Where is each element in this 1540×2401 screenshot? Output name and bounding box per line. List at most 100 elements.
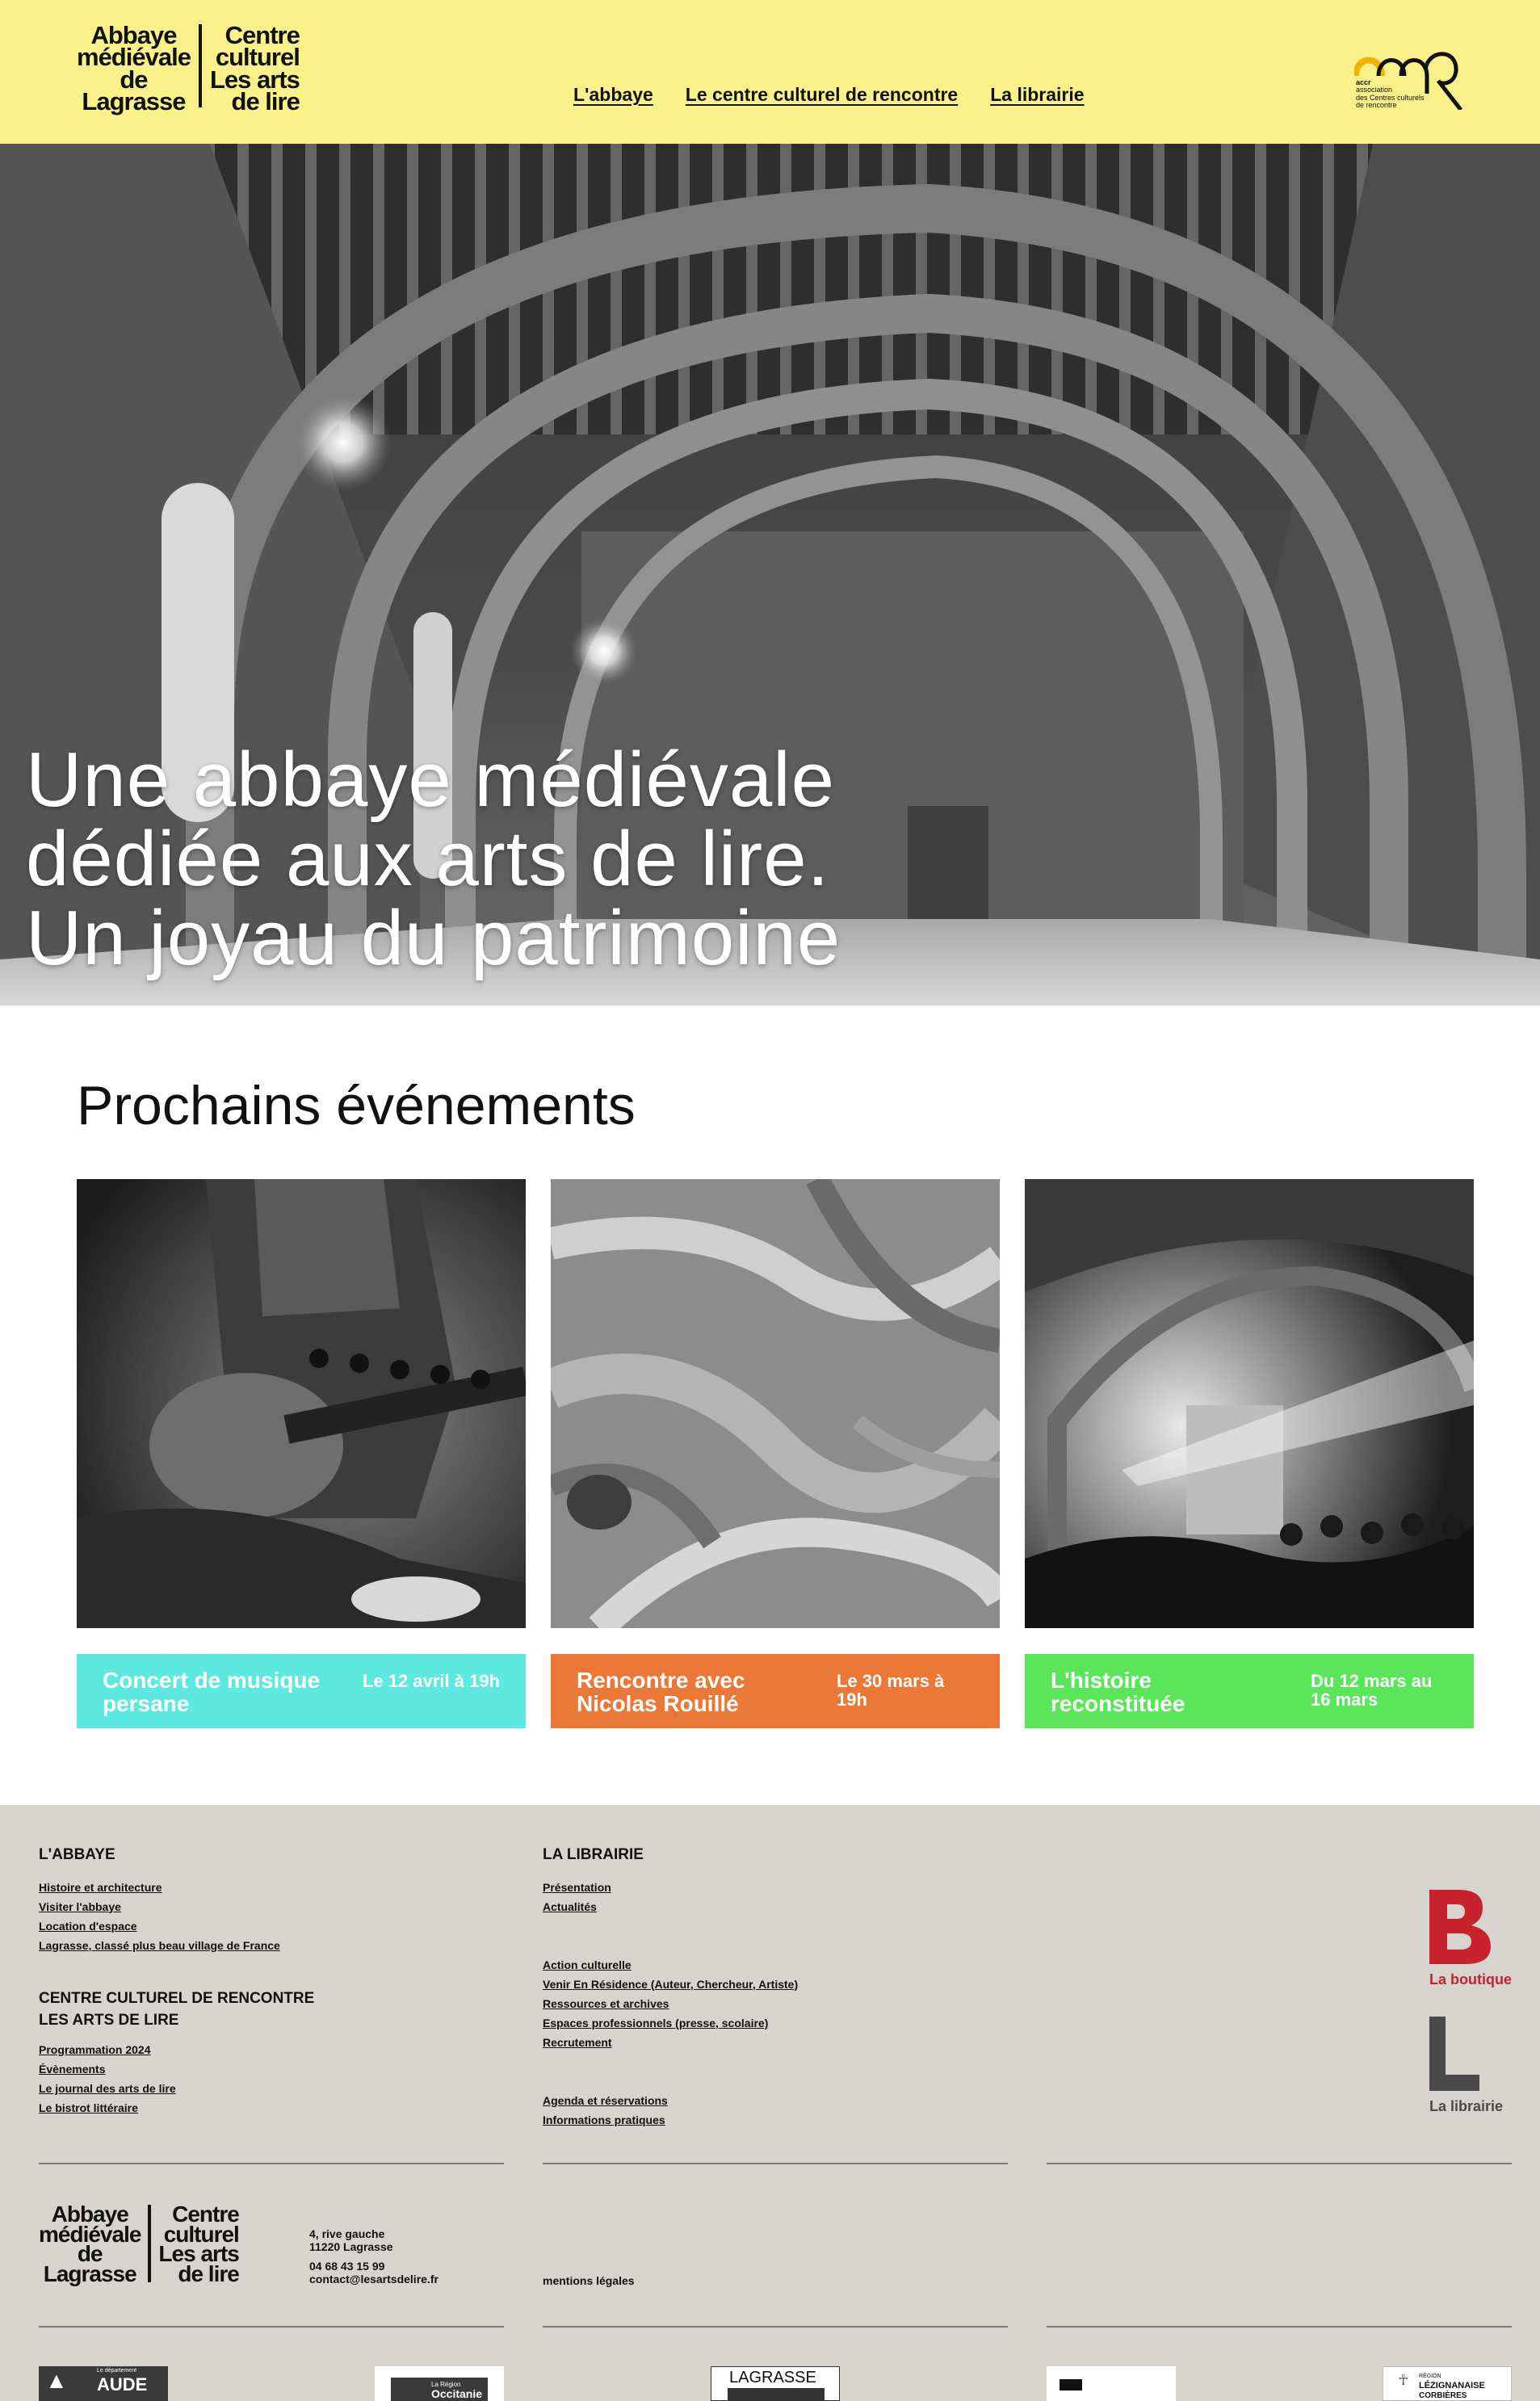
footer-link[interactable]: Ressources et archives xyxy=(543,1994,798,2013)
footer-link[interactable]: Lagrasse, classé plus beau village de Fr… xyxy=(39,1936,314,1955)
boutique-b-icon xyxy=(1429,1890,1491,1964)
aude-mark-icon: ▲ xyxy=(45,2368,68,2393)
quarry-aerial-image xyxy=(551,1179,1000,1628)
site-header: Abbaye médiévale de Lagrasse Centre cult… xyxy=(0,0,1540,144)
phone-number[interactable]: 04 68 43 15 99 xyxy=(309,2260,439,2273)
event-bar: L'histoire reconstituée Du 12 mars au 16… xyxy=(1025,1654,1474,1728)
logo-line: de lire xyxy=(178,2260,239,2286)
footer-divider xyxy=(39,2163,504,2164)
footer-heading-abbaye: L'ABBAYE xyxy=(39,1846,115,1863)
footer-link[interactable]: Informations pratiques xyxy=(543,2110,798,2130)
event-date: Le 30 mars à 19h xyxy=(837,1671,945,1711)
footer-col-abbaye: L'ABBAYE Histoire et architecture Visite… xyxy=(39,1844,314,2118)
partner-ministere[interactable] xyxy=(1047,2366,1176,2401)
logo-abbaye: Abbaye médiévale de Lagrasse xyxy=(39,2203,141,2285)
partner-lagrasse[interactable]: LAGRASSE xyxy=(711,2366,840,2401)
nav-librairie[interactable]: La librairie xyxy=(990,84,1084,106)
footer-link[interactable]: Action culturelle xyxy=(543,1955,798,1975)
logo-divider xyxy=(198,24,202,107)
event-title: L'histoire reconstituée xyxy=(1051,1668,1185,1717)
event-bar: Concert de musique persane Le 12 avril à… xyxy=(77,1654,526,1728)
footer-link[interactable]: Venir En Résidence (Auteur, Chercheur, A… xyxy=(543,1975,798,1994)
partner-lezignan-label: LÉZIGNANAISE xyxy=(1419,2381,1485,2391)
accr-logo[interactable]: accr association des Centres culturels d… xyxy=(1354,45,1483,118)
theatre-image xyxy=(1025,1179,1474,1628)
footer-divider xyxy=(1047,2326,1512,2328)
hero-banner: Une abbaye médiévale dédiée aux arts de … xyxy=(0,144,1540,1005)
mentions-legales-link[interactable]: mentions légales xyxy=(543,2274,635,2287)
footer-col-librairie: LA LIBRAIRIE Présentation Actualités Act… xyxy=(543,1844,798,2130)
partner-logos: ▲ AUDE Le département La Région Occitani… xyxy=(0,2366,1540,2401)
librairie-l-icon xyxy=(1429,2017,1479,2091)
event-title: Concert de musique persane xyxy=(103,1668,321,1717)
footer-link[interactable]: Programmation 2024 xyxy=(39,2040,314,2059)
partner-lezignan-label-2: CORBIÈRES xyxy=(1419,2391,1467,2400)
contact-block: 4, rive gauche 11220 Lagrasse 04 68 43 1… xyxy=(309,2227,439,2286)
partner-aude-sub: Le département xyxy=(97,2368,137,2374)
partner-lezignan-small: RÉGION xyxy=(1419,2374,1441,2379)
footer-link[interactable]: Évènements xyxy=(39,2059,314,2079)
event-date: Du 12 mars au 16 mars xyxy=(1311,1671,1433,1711)
site-logo[interactable]: Abbaye médiévale de Lagrasse Centre cult… xyxy=(77,23,300,115)
partner-aude-label: AUDE xyxy=(97,2374,148,2395)
accr-line: de rencontre xyxy=(1356,101,1397,110)
hero-line: Un joyau du patrimoine xyxy=(26,895,841,981)
events-heading: Prochains événements xyxy=(77,1075,636,1136)
librairie-link[interactable]: La librairie xyxy=(1429,2017,1503,2115)
logo-divider xyxy=(148,2205,152,2282)
partner-lagrasse-label: LAGRASSE xyxy=(729,2369,816,2386)
boutique-link[interactable]: La boutique xyxy=(1429,1890,1512,1988)
musician-image xyxy=(77,1179,526,1628)
footer-link[interactable]: Espaces professionnels (presse, scolaire… xyxy=(543,2013,798,2033)
logo-centre: Centre culturel Les arts de lire xyxy=(210,23,300,115)
address-line: 4, rive gauche xyxy=(309,2227,385,2240)
footer-heading-centre: CENTRE CULTUREL DE RENCONTRE xyxy=(39,1989,315,2007)
occitanie-badge: La Région Occitanie xyxy=(391,2378,488,2401)
footer-divider xyxy=(543,2163,1008,2164)
event-bar: Rencontre avec Nicolas Rouillé Le 30 mar… xyxy=(551,1654,1000,1728)
event-card-rencontre[interactable]: Rencontre avec Nicolas Rouillé Le 30 mar… xyxy=(551,1179,1000,1728)
email-link[interactable]: contact@lesartsdelire.fr xyxy=(309,2273,439,2286)
footer-link[interactable]: Recrutement xyxy=(543,2033,798,2052)
logo-line: de lire xyxy=(231,86,300,115)
address-line: 11220 Lagrasse xyxy=(309,2240,393,2254)
event-image-rencontre xyxy=(551,1179,1000,1628)
hero-line: dédiée aux arts de lire. xyxy=(26,816,830,902)
footer-logo[interactable]: Abbaye médiévale de Lagrasse Centre cult… xyxy=(39,2203,240,2286)
footer-link[interactable]: Location d'espace xyxy=(39,1916,314,1936)
footer-link[interactable]: Présentation xyxy=(543,1878,798,1897)
event-card-concert[interactable]: Concert de musique persane Le 12 avril à… xyxy=(77,1179,526,1728)
footer-link[interactable]: Agenda et réservations xyxy=(543,2091,798,2110)
event-card-histoire[interactable]: L'histoire reconstituée Du 12 mars au 16… xyxy=(1025,1179,1474,1728)
footer-link[interactable]: Visiter l'abbaye xyxy=(39,1897,314,1916)
hero-heading: Une abbaye médiévale dédiée aux arts de … xyxy=(26,741,841,979)
footer-divider xyxy=(543,2326,1008,2328)
accr-caption: accr association des Centres culturels d… xyxy=(1356,78,1425,110)
partner-lezignan[interactable]: ☥ RÉGION LÉZIGNANAISE CORBIÈRES xyxy=(1383,2366,1512,2401)
footer-link[interactable]: Actualités xyxy=(543,1897,798,1916)
nav-centre-culturel[interactable]: Le centre culturel de rencontre xyxy=(686,84,958,106)
lagrasse-band xyxy=(728,2388,825,2400)
footer-heading-librairie: LA LIBRAIRIE xyxy=(543,1846,644,1863)
event-image-histoire xyxy=(1025,1179,1474,1628)
partner-region-label: Occitanie xyxy=(431,2387,483,2400)
footer-link[interactable]: Le bistrot littéraire xyxy=(39,2098,314,2118)
footer-divider xyxy=(39,2326,504,2328)
marianne-icon xyxy=(1060,2379,1082,2391)
partner-aude[interactable]: ▲ AUDE Le département xyxy=(39,2366,168,2401)
event-date: Le 12 avril à 19h xyxy=(363,1671,500,1691)
partner-occitanie[interactable]: La Région Occitanie xyxy=(375,2366,504,2401)
event-image-concert xyxy=(77,1179,526,1628)
footer-link[interactable]: Histoire et architecture xyxy=(39,1878,314,1897)
logo-abbaye: Abbaye médiévale de Lagrasse xyxy=(77,23,191,114)
hero-line: Une abbaye médiévale xyxy=(26,737,835,823)
footer-link[interactable]: Le journal des arts de lire xyxy=(39,2079,314,2098)
logo-centre: Centre culturel Les arts de lire xyxy=(158,2203,239,2286)
boutique-label: La boutique xyxy=(1429,1971,1512,1988)
event-title: Rencontre avec Nicolas Rouillé xyxy=(577,1668,745,1717)
footer-divider xyxy=(1047,2163,1512,2164)
librairie-label: La librairie xyxy=(1429,2098,1504,2114)
footer-heading-centre-sub: LES ARTS DE LIRE xyxy=(39,2012,179,2030)
lezignan-figure-icon: ☥ xyxy=(1398,2372,1409,2388)
nav-abbaye[interactable]: L'abbaye xyxy=(573,84,653,106)
